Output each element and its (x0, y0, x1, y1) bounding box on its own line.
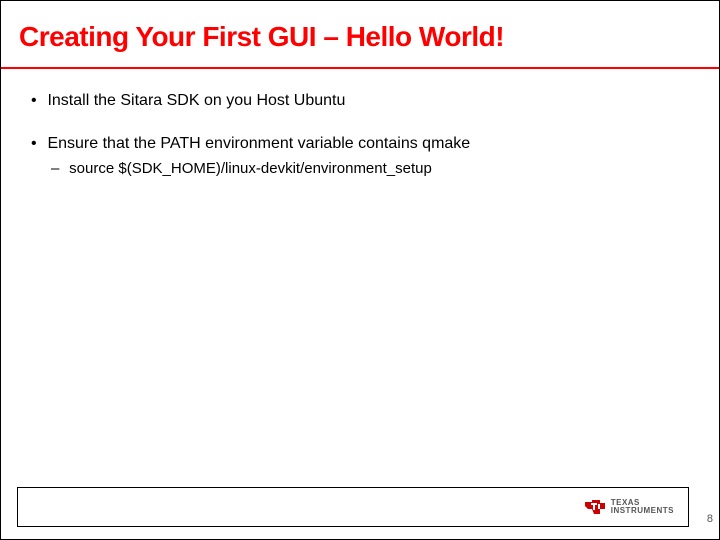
bullet-1-text: Install the Sitara SDK on you Host Ubunt… (47, 92, 345, 109)
slide: Creating Your First GUI – Hello World! •… (0, 0, 720, 540)
sub-bullet-1-text: source $(SDK_HOME)/linux-devkit/environm… (69, 160, 432, 177)
bullet-2: • Ensure that the PATH environment varia… (31, 134, 689, 178)
ti-logo-text: TEXAS INSTRUMENTS (611, 499, 674, 515)
slide-body: • Install the Sitara SDK on you Host Ubu… (1, 69, 719, 178)
bullet-1: • Install the Sitara SDK on you Host Ubu… (31, 91, 689, 112)
ti-logo: TEXAS INSTRUMENTS (585, 499, 674, 515)
sub-bullet-marker: – (51, 159, 65, 179)
slide-title: Creating Your First GUI – Hello World! (1, 1, 719, 61)
ti-chip-icon (585, 500, 605, 514)
sub-bullet-1: – source $(SDK_HOME)/linux-devkit/enviro… (51, 159, 689, 179)
ti-text-line2: INSTRUMENTS (611, 507, 674, 515)
page-number: 8 (707, 513, 713, 525)
bullet-marker: • (31, 91, 43, 112)
footer-bar: TEXAS INSTRUMENTS (17, 487, 689, 527)
bullet-marker: • (31, 134, 43, 155)
bullet-2-text: Ensure that the PATH environment variabl… (47, 135, 470, 152)
